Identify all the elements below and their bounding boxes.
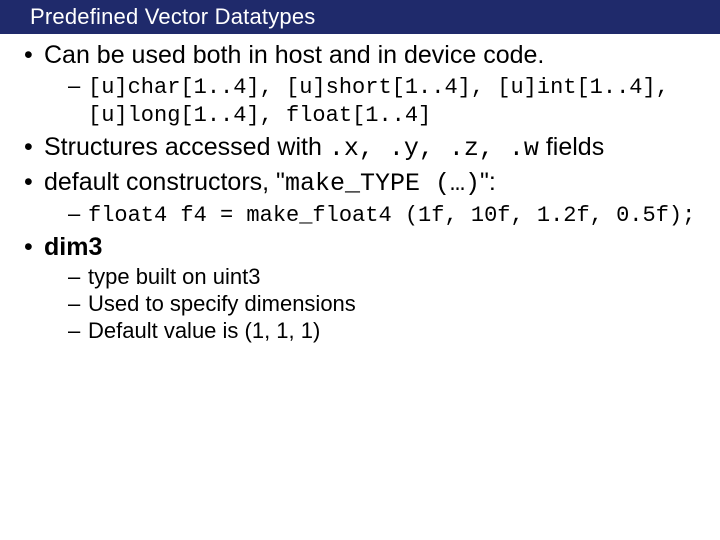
slide: Predefined Vector Datatypes Can be used …: [0, 0, 720, 540]
bullet-4-sub-2-text: Used to specify dimensions: [88, 291, 356, 316]
bullet-2: Structures accessed with .x, .y, .z, .w …: [18, 132, 706, 165]
bullet-4-text: dim3: [44, 233, 102, 261]
bullet-3-post: ":: [480, 168, 496, 196]
bullet-2-post: fields: [539, 133, 604, 161]
bullet-1: Can be used both in host and in device c…: [18, 40, 706, 130]
bullet-4-sub-3: Default value is (1, 1, 1): [68, 318, 706, 345]
slide-content: Can be used both in host and in device c…: [0, 34, 720, 345]
bullet-list: Can be used both in host and in device c…: [18, 40, 706, 345]
bullet-2-code: .x, .y, .z, .w: [329, 134, 539, 163]
bullet-3-sublist: float4 f4 = make_float4 (1f, 10f, 1.2f, …: [44, 201, 706, 230]
bullet-4: dim3 type built on uint3 Used to specify…: [18, 232, 706, 345]
bullet-4-sub-1-text: type built on uint3: [88, 264, 260, 289]
bullet-1-sub-1-code: [u]char[1..4], [u]short[1..4], [u]int[1.…: [88, 75, 669, 129]
bullet-2-pre: Structures accessed with: [44, 133, 329, 161]
bullet-3-pre: default constructors, ": [44, 168, 285, 196]
bullet-4-sublist: type built on uint3 Used to specify dime…: [44, 264, 706, 344]
bullet-4-sub-2: Used to specify dimensions: [68, 291, 706, 318]
bullet-4-sub-1: type built on uint3: [68, 264, 706, 291]
bullet-3: default constructors, "make_TYPE (…)": f…: [18, 167, 706, 230]
bullet-4-sub-3-text: Default value is (1, 1, 1): [88, 318, 320, 343]
bullet-3-sub-1-code: float4 f4 = make_float4 (1f, 10f, 1.2f, …: [88, 203, 695, 228]
bullet-1-sub-1: [u]char[1..4], [u]short[1..4], [u]int[1.…: [68, 73, 706, 131]
bullet-3-code: make_TYPE (…): [285, 169, 480, 198]
slide-title: Predefined Vector Datatypes: [0, 0, 720, 34]
bullet-1-sublist: [u]char[1..4], [u]short[1..4], [u]int[1.…: [44, 73, 706, 131]
bullet-1-text: Can be used both in host and in device c…: [44, 41, 544, 69]
bullet-3-sub-1: float4 f4 = make_float4 (1f, 10f, 1.2f, …: [68, 201, 706, 230]
